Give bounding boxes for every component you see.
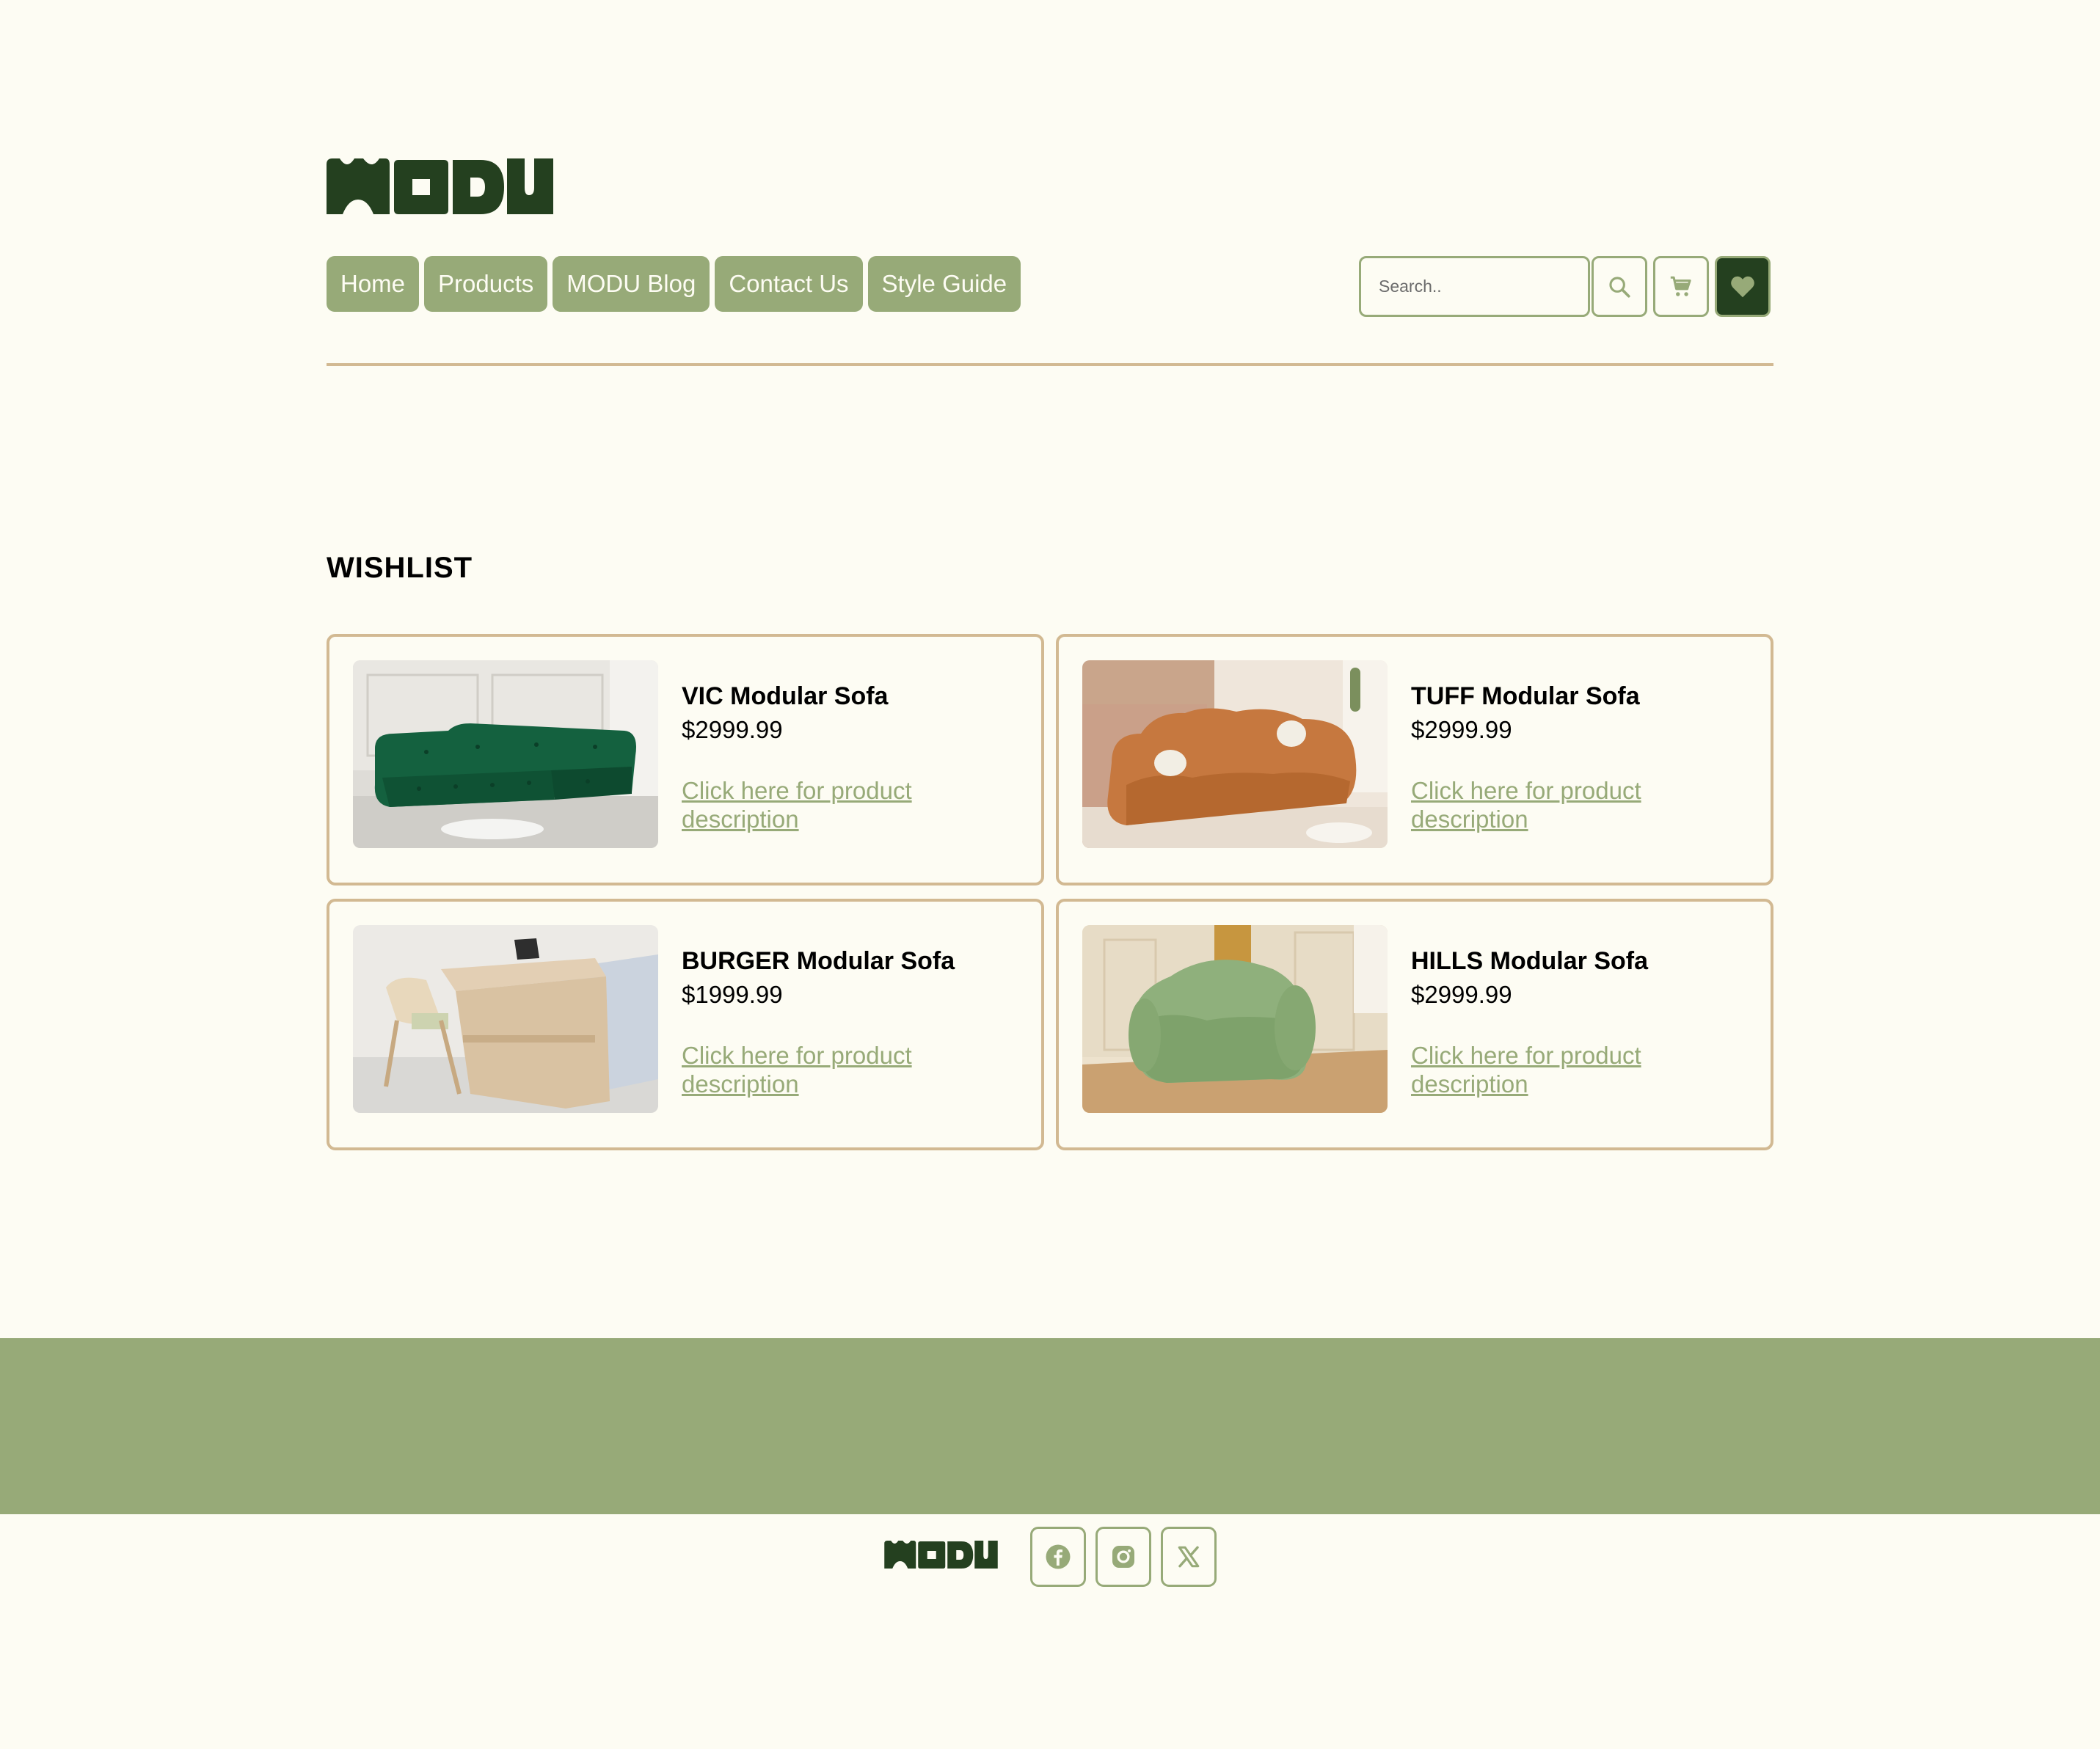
wishlist-card: HILLS Modular Sofa $2999.99 Click here f…: [1056, 899, 1773, 1150]
footer-band: [0, 1338, 2100, 1514]
modu-logo[interactable]: [327, 158, 553, 214]
product-image-burger[interactable]: [353, 925, 658, 1113]
wishlist-card: TUFF Modular Sofa $2999.99 Click here fo…: [1056, 634, 1773, 886]
nav-item-blog[interactable]: MODU Blog: [553, 256, 710, 312]
footer-modu-logo[interactable]: [884, 1541, 998, 1569]
product-description-link[interactable]: Click here for product description: [682, 1041, 931, 1098]
facebook-icon: [1046, 1544, 1071, 1569]
search-button[interactable]: [1592, 256, 1647, 317]
heart-icon: [1731, 276, 1754, 297]
nav-item-products[interactable]: Products: [424, 256, 548, 312]
facebook-button[interactable]: [1030, 1527, 1086, 1587]
product-image-tuff[interactable]: [1082, 660, 1388, 848]
instagram-icon: [1112, 1546, 1134, 1568]
product-price: $2999.99: [1411, 716, 1512, 743]
search-icon: [1609, 276, 1630, 298]
product-image-hills[interactable]: [1082, 925, 1388, 1113]
product-name: HILLS Modular Sofa: [1411, 947, 1648, 975]
wishlist-card: BURGER Modular Sofa $1999.99 Click here …: [327, 899, 1044, 1150]
page-title: WISHLIST: [327, 552, 473, 584]
nav-item-contact[interactable]: Contact Us: [715, 256, 863, 312]
product-description-link[interactable]: Click here for product description: [682, 776, 931, 833]
product-name: VIC Modular Sofa: [682, 682, 889, 710]
header-divider: [327, 363, 1773, 366]
nav-item-style-guide[interactable]: Style Guide: [867, 256, 1021, 312]
product-image-vic[interactable]: [353, 660, 658, 848]
wishlist-button[interactable]: [1715, 256, 1771, 317]
wishlist-card: VIC Modular Sofa $2999.99 Click here for…: [327, 634, 1044, 886]
product-name: BURGER Modular Sofa: [682, 947, 955, 975]
main-nav: Home Products MODU Blog Contact Us Style…: [327, 256, 1021, 312]
product-description-link[interactable]: Click here for product description: [1411, 1041, 1660, 1098]
nav-item-home[interactable]: Home: [327, 256, 420, 312]
product-price: $2999.99: [1411, 981, 1512, 1008]
product-price: $2999.99: [682, 716, 783, 743]
instagram-button[interactable]: [1095, 1527, 1151, 1587]
product-description-link[interactable]: Click here for product description: [1411, 776, 1660, 833]
search-input[interactable]: [1359, 256, 1590, 317]
product-name: TUFF Modular Sofa: [1411, 682, 1640, 710]
cart-button[interactable]: [1653, 256, 1709, 317]
x-button[interactable]: [1161, 1527, 1217, 1587]
cart-icon: [1670, 276, 1691, 296]
page: Home Products MODU Blog Contact Us Style…: [0, 0, 2100, 1749]
product-price: $1999.99: [682, 981, 783, 1008]
x-icon: [1178, 1546, 1200, 1568]
